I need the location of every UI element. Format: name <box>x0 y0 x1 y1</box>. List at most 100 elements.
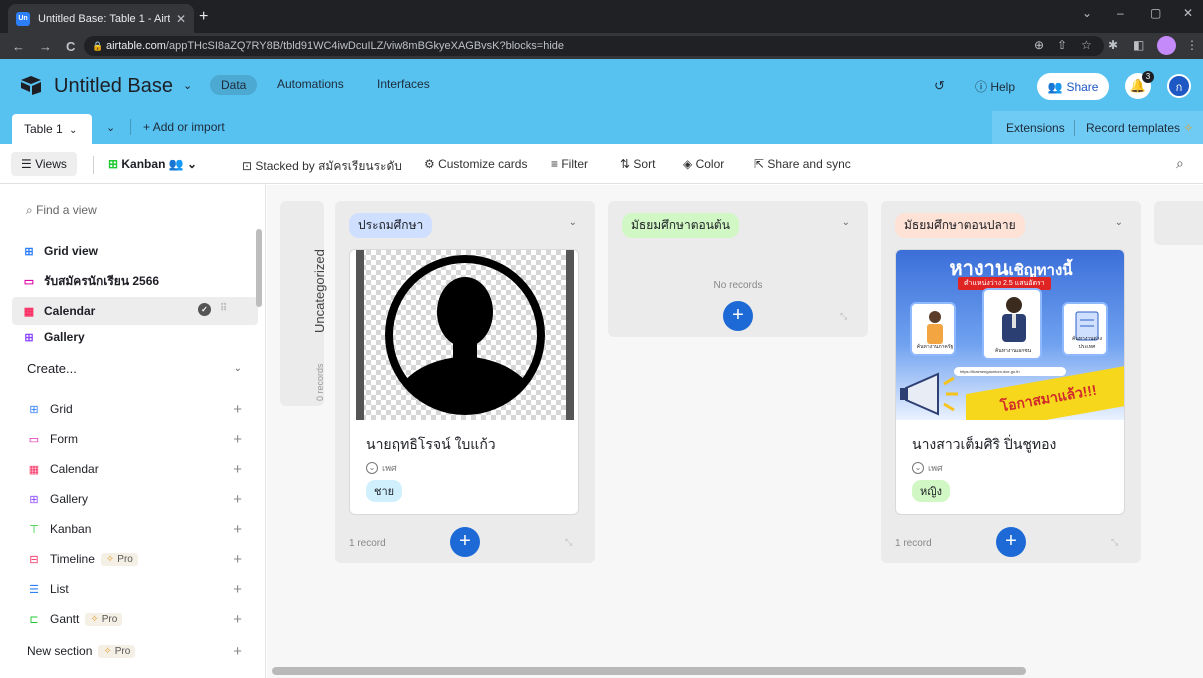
card-cover-image <box>356 250 574 420</box>
create-calendar-item[interactable]: ▦ Calendar + <box>27 457 242 481</box>
create-item-label: Calendar <box>50 462 99 476</box>
share-and-sync-button[interactable]: ⇱ Share and sync <box>754 157 851 171</box>
find-view-input[interactable]: ⌕ Find a view <box>26 203 97 218</box>
close-window-icon[interactable]: ✕ <box>1183 6 1193 20</box>
hamburger-icon: ☰ <box>21 157 36 171</box>
sparkle-icon: ✧ <box>105 553 115 565</box>
chevron-down-icon[interactable]: ⌄ <box>842 217 850 228</box>
sidebar-view-grid[interactable]: ⊞ Grid view <box>12 237 258 265</box>
field-name: เพศ <box>382 463 397 473</box>
create-new-section-item[interactable]: New section ✧ Pro + <box>27 639 242 663</box>
create-grid-item[interactable]: ⊞ Grid + <box>27 397 242 421</box>
all-tables-chevron-icon[interactable]: ⌄ <box>106 121 115 134</box>
sidebar-view-label: Gallery <box>44 330 85 344</box>
plus-icon[interactable]: + <box>233 581 242 598</box>
base-name[interactable]: Untitled Base <box>54 75 173 98</box>
reload-icon[interactable]: C <box>66 39 75 54</box>
plus-icon[interactable]: + <box>233 401 242 418</box>
megaphone-icon <box>900 372 958 416</box>
extensions-button[interactable]: Extensions <box>1006 121 1065 135</box>
extensions-puzzle-icon[interactable]: ✱ <box>1108 38 1118 52</box>
forward-icon[interactable]: → <box>39 39 52 54</box>
sidebar-view-gallery[interactable]: ⊞ Gallery <box>12 327 258 347</box>
share-button[interactable]: 👥 Share <box>1037 73 1109 100</box>
minimize-icon[interactable]: – <box>1117 6 1124 20</box>
create-list-item[interactable]: ☰ List + <box>27 577 242 601</box>
expand-icon[interactable]: ⤡ <box>840 311 847 322</box>
customize-cards-button[interactable]: ⚙ Customize cards <box>424 157 527 171</box>
sidebar-view-calendar[interactable]: ▦ Calendar ✓ ⠿ <box>12 297 258 325</box>
sidebar-view-label: Grid view <box>44 244 99 258</box>
horizontal-scrollbar[interactable] <box>272 667 1026 675</box>
close-tab-icon[interactable]: ✕ <box>176 12 186 26</box>
view-toolbar: ☰ Views ⊞ Kanban 👥 ⌄ ⊡ Stacked by สมัครเ… <box>0 144 1203 184</box>
address-bar[interactable]: 🔒 airtable.com/appTHcSI8aZQ7RY8B/tbld91W… <box>84 36 1104 56</box>
new-tab-icon[interactable]: + <box>199 8 208 26</box>
add-record-button[interactable]: + <box>996 527 1026 557</box>
color-button[interactable]: ◈ Color <box>683 157 724 171</box>
add-record-button[interactable]: + <box>723 301 753 331</box>
view-switcher[interactable]: ⊞ Kanban 👥 ⌄ <box>108 157 197 171</box>
chevron-down-icon[interactable]: ⌄ <box>569 217 577 228</box>
plus-icon[interactable]: + <box>233 611 242 628</box>
share-page-icon[interactable]: ⇧ <box>1057 38 1067 52</box>
nav-interfaces[interactable]: Interfaces <box>377 77 430 91</box>
record-card[interactable]: นายฤทธิโรจน์ ใบแก้ว ⌄ เพศ ชาย <box>349 249 579 515</box>
nav-data[interactable]: Data <box>210 75 258 95</box>
add-stack-column[interactable] <box>1154 201 1203 245</box>
plus-icon[interactable]: + <box>233 431 242 448</box>
check-circle-icon[interactable]: ✓ <box>198 303 211 316</box>
airtable-logo-icon[interactable] <box>20 75 42 95</box>
zoom-icon[interactable]: ⊕ <box>1034 38 1044 52</box>
expand-icon[interactable]: ⤡ <box>1111 537 1118 548</box>
drag-handle-icon[interactable]: ⠿ <box>220 303 227 314</box>
search-icon[interactable]: ⌕ <box>1176 155 1184 172</box>
tab-search-icon[interactable]: ⌄ <box>1082 6 1092 20</box>
plus-icon[interactable]: + <box>233 521 242 538</box>
create-gantt-item[interactable]: ⊏ Gantt ✧ Pro + <box>27 607 242 631</box>
calendar-icon: ▦ <box>23 305 35 318</box>
card-field-label: ⌄ เพศ <box>366 461 397 475</box>
divider <box>130 119 131 135</box>
plus-icon[interactable]: + <box>233 491 242 508</box>
sidebar-scrollbar[interactable] <box>256 229 262 307</box>
plus-icon[interactable]: + <box>233 461 242 478</box>
sidebar-view-form[interactable]: ▭ รับสมัครนักเรียน 2566 <box>12 267 258 295</box>
stacked-by-button[interactable]: ⊡ Stacked by สมัครเรียนระดับ <box>242 157 402 176</box>
chevron-down-icon[interactable]: ⌄ <box>183 79 192 92</box>
restore-icon[interactable]: ▢ <box>1150 6 1161 20</box>
record-templates-button[interactable]: Record templates ✧ <box>1086 121 1193 135</box>
views-toggle-button[interactable]: ☰ Views <box>11 152 77 176</box>
chevron-down-icon[interactable]: ⌄ <box>1115 217 1123 228</box>
stack-label: มัธยมศึกษาตอนต้น <box>622 213 739 238</box>
browser-profile-avatar[interactable] <box>1157 36 1176 55</box>
bookmark-star-icon[interactable]: ☆ <box>1081 38 1092 52</box>
nav-automations[interactable]: Automations <box>277 77 344 91</box>
browser-menu-icon[interactable]: ⋮ <box>1186 38 1198 52</box>
sort-button[interactable]: ⇅ Sort <box>620 157 655 171</box>
add-record-button[interactable]: + <box>450 527 480 557</box>
table-tab-table1[interactable]: Table 1 ⌄ <box>12 114 92 144</box>
create-timeline-item[interactable]: ⊟ Timeline ✧ Pro + <box>27 547 242 571</box>
back-icon[interactable]: ← <box>12 39 25 54</box>
uncategorized-label: Uncategorized <box>312 249 327 333</box>
plus-icon[interactable]: + <box>233 551 242 568</box>
kanban-stack: มัธยมศึกษาตอนต้น ⌄ No records + ⤡ <box>608 201 868 337</box>
help-button[interactable]: ⓘ Help <box>975 78 1015 95</box>
plus-icon[interactable]: + <box>233 643 242 660</box>
uncategorized-stack[interactable]: Uncategorized 0 records <box>280 201 327 406</box>
browser-tab[interactable]: Un Untitled Base: Table 1 - Airtable ✕ <box>8 4 194 33</box>
expand-icon[interactable]: ⤡ <box>565 537 572 548</box>
create-form-item[interactable]: ▭ Form + <box>27 427 242 451</box>
filter-icon: ≡ <box>551 157 562 171</box>
filter-button[interactable]: ≡ Filter <box>551 157 588 171</box>
create-kanban-item[interactable]: ⊤ Kanban + <box>27 517 242 541</box>
create-section-header[interactable]: Create... ⌄ <box>27 361 242 376</box>
user-avatar[interactable]: ก <box>1167 74 1191 98</box>
add-or-import-button[interactable]: + Add or import <box>143 120 225 134</box>
side-panel-icon[interactable]: ◧ <box>1133 38 1144 52</box>
stack-icon: ⊡ <box>242 159 256 173</box>
create-gallery-item[interactable]: ⊞ Gallery + <box>27 487 242 511</box>
record-card[interactable]: หางานเชิญทางนี้ ตำแหน่งว่าง 2.5 แสนอัตรา… <box>895 249 1125 515</box>
history-icon[interactable]: ↺ <box>934 78 945 94</box>
